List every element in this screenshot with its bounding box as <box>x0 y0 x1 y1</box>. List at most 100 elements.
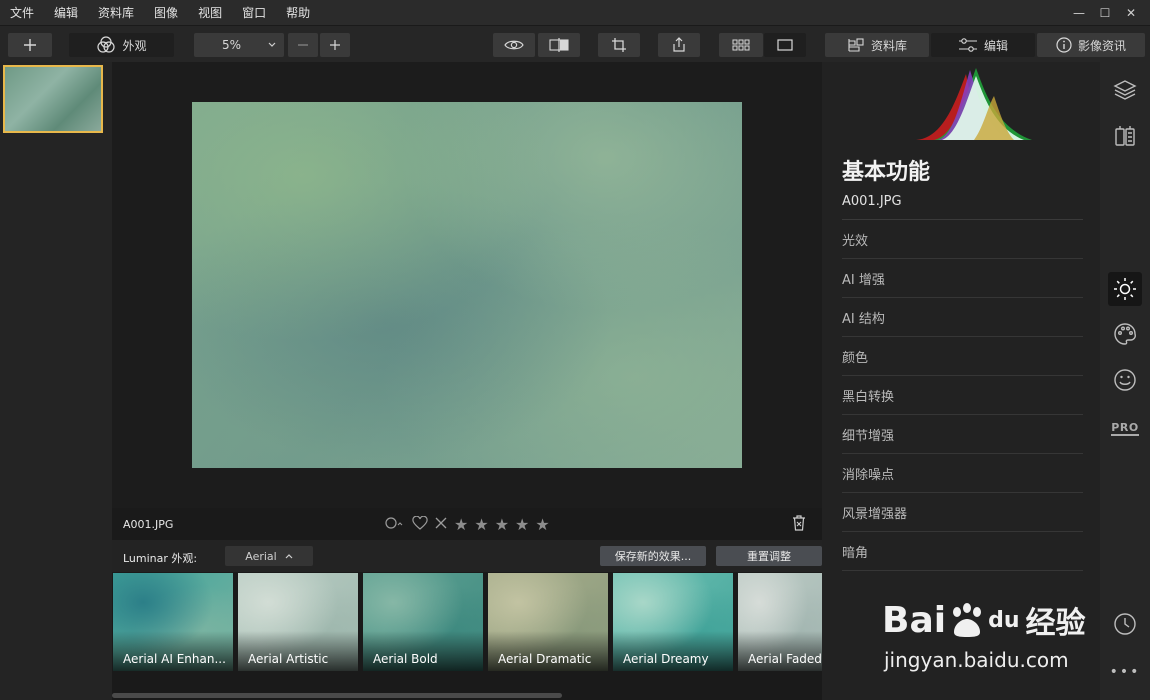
reset-adjustments-button[interactable]: 重置调整 <box>716 546 822 566</box>
grid-icon <box>732 39 750 51</box>
add-photos-button[interactable] <box>8 33 52 57</box>
color-label-icon[interactable] <box>384 516 406 534</box>
rating-controls: ★ ★ ★ ★ ★ <box>384 515 556 534</box>
tool-list: 光效 AI 增强 AI 结构 颜色 黑白转换 细节增强 消除噪点 风景增强器 暗… <box>842 220 1083 571</box>
baidu-jingyan-watermark: Bai du 经验 jingyan.baidu.com <box>882 598 1092 678</box>
menu-window[interactable]: 窗口 <box>232 4 276 21</box>
sliders-icon <box>958 38 977 52</box>
library-mode-label: 资料库 <box>870 38 907 53</box>
eye-icon <box>504 40 524 50</box>
menu-image[interactable]: 图像 <box>144 4 188 21</box>
chevron-down-icon <box>268 42 276 47</box>
minimize-button[interactable]: — <box>1066 6 1092 20</box>
info-mode-label: 影像资讯 <box>1077 38 1126 53</box>
preset-thumbnail[interactable]: Aerial Dramatic <box>488 573 608 671</box>
preset-thumbnail[interactable]: Aerial Bold <box>363 573 483 671</box>
reject-icon[interactable] <box>434 516 448 534</box>
tool-item-details-enhancer[interactable]: 细节增强 <box>842 415 1083 454</box>
looks-circles-icon <box>97 36 116 53</box>
preset-thumbnail[interactable]: Aerial Artistic <box>238 573 358 671</box>
preset-label: Aerial Dreamy <box>623 652 709 666</box>
preset-label: Aerial AI Enhan... <box>123 652 226 666</box>
smiley-icon[interactable] <box>1111 366 1139 394</box>
layers-icon[interactable] <box>1111 76 1139 104</box>
menu-edit[interactable]: 编辑 <box>44 4 88 21</box>
library-mode-button[interactable]: 资料库 <box>825 33 929 57</box>
grid-view-button[interactable] <box>719 33 763 57</box>
zoom-value: 5% <box>222 38 242 52</box>
edit-mode-button[interactable]: 编辑 <box>931 33 1035 57</box>
main-photo[interactable] <box>192 102 742 468</box>
zoom-select[interactable]: 5% <box>194 33 284 57</box>
watermark-url: jingyan.baidu.com <box>884 648 1069 672</box>
menu-view[interactable]: 视图 <box>188 4 232 21</box>
save-new-look-button[interactable]: 保存新的效果... <box>600 546 706 566</box>
preset-thumbnail[interactable]: Aerial AI Enhan... <box>113 573 233 671</box>
more-options-icon[interactable]: ••• <box>1109 658 1141 686</box>
single-image-icon <box>777 39 793 51</box>
looks-bar: Luminar 外观: Aerial 保存新的效果... 重置调整 <box>112 540 822 572</box>
edit-mode-label: 编辑 <box>983 38 1008 53</box>
tool-item-color[interactable]: 颜色 <box>842 337 1083 376</box>
star-4-icon[interactable]: ★ <box>515 515 529 534</box>
canvas-icon[interactable] <box>1111 122 1139 150</box>
menu-file[interactable]: 文件 <box>0 4 44 21</box>
window-controls: — ☐ ✕ <box>1066 0 1144 25</box>
looks-category-value: Aerial <box>245 549 277 563</box>
star-2-icon[interactable]: ★ <box>474 515 488 534</box>
presets-scrollbar[interactable] <box>112 693 562 698</box>
tool-item-light[interactable]: 光效 <box>842 220 1083 259</box>
image-info-bar: A001.JPG ★ ★ ★ ★ ★ <box>112 508 822 540</box>
filmstrip-thumbnail-selected[interactable] <box>3 65 103 133</box>
preset-label: Aerial Faded <box>748 652 822 666</box>
tool-item-bw-conversion[interactable]: 黑白转换 <box>842 376 1083 415</box>
paw-icon <box>953 603 982 637</box>
tool-item-vignette[interactable]: 暗角 <box>842 532 1083 571</box>
library-icon <box>848 38 864 52</box>
star-5-icon[interactable]: ★ <box>535 515 549 534</box>
zoom-in-button[interactable] <box>320 33 350 57</box>
panel-title: 基本功能 <box>842 160 931 185</box>
tool-item-ai-structure[interactable]: AI 结构 <box>842 298 1083 337</box>
image-viewer <box>112 62 822 508</box>
watermark-jingyan: 经验 <box>1025 606 1086 641</box>
plus-icon <box>330 40 340 50</box>
info-icon <box>1056 37 1072 53</box>
zoom-out-button[interactable] <box>288 33 318 57</box>
toolbar: 外观 5% 资料库 编辑 影像资讯 <box>0 25 1150 62</box>
sun-icon[interactable] <box>1108 272 1142 306</box>
more-dots: ••• <box>1109 664 1141 680</box>
pro-tools-icon[interactable]: PRO <box>1111 414 1139 442</box>
preset-thumbnail[interactable]: Aerial Dreamy <box>613 573 733 671</box>
menu-help[interactable]: 帮助 <box>276 4 320 21</box>
looks-label: 外观 <box>122 38 147 53</box>
preset-thumbnail[interactable]: Aerial Faded <box>738 573 822 671</box>
heart-icon[interactable] <box>412 515 428 534</box>
looks-button[interactable]: 外观 <box>69 33 174 57</box>
image-filename: A001.JPG <box>123 518 174 531</box>
looks-bar-label: Luminar 外观: <box>123 552 198 565</box>
menu-library[interactable]: 资料库 <box>88 4 144 21</box>
single-view-button[interactable] <box>764 33 806 57</box>
pro-label: PRO <box>1111 420 1139 436</box>
history-clock-icon[interactable] <box>1111 610 1139 638</box>
share-button[interactable] <box>658 33 700 57</box>
maximize-button[interactable]: ☐ <box>1092 6 1118 20</box>
preview-toggle-button[interactable] <box>493 33 535 57</box>
close-button[interactable]: ✕ <box>1118 6 1144 20</box>
crop-button[interactable] <box>598 33 640 57</box>
trash-icon[interactable] <box>792 515 806 534</box>
preset-label: Aerial Dramatic <box>498 652 592 666</box>
watermark-du: du <box>988 607 1020 633</box>
share-icon <box>673 37 685 52</box>
tool-item-landscape-enhancer[interactable]: 风景增强器 <box>842 493 1083 532</box>
star-1-icon[interactable]: ★ <box>454 515 468 534</box>
star-3-icon[interactable]: ★ <box>495 515 509 534</box>
tool-item-ai-enhance[interactable]: AI 增强 <box>842 259 1083 298</box>
looks-presets-strip: Aerial AI Enhan... Aerial Artistic Aeria… <box>112 572 822 700</box>
tool-item-denoise[interactable]: 消除噪点 <box>842 454 1083 493</box>
info-mode-button[interactable]: 影像资讯 <box>1037 33 1145 57</box>
looks-category-select[interactable]: Aerial <box>225 546 313 566</box>
compare-button[interactable] <box>538 33 580 57</box>
palette-icon[interactable] <box>1111 320 1139 348</box>
